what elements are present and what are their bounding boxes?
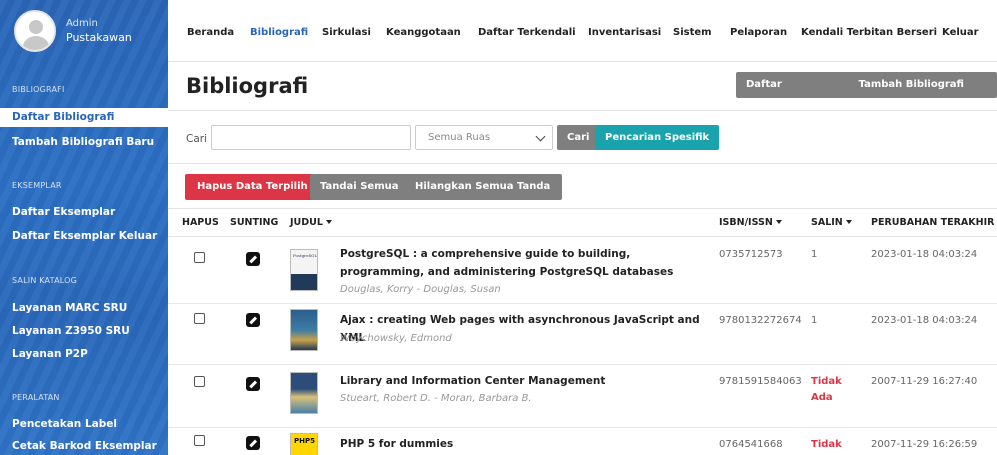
book-authors: Stueart, Robert D. - Moran, Barbara B. <box>340 393 532 404</box>
nav-sirkulasi[interactable]: Sirkulasi <box>322 27 371 38</box>
search-input[interactable] <box>211 125 411 150</box>
sidebar-item-tambah-bibliografi[interactable]: Tambah Bibliografi Baru <box>0 136 154 148</box>
column-header-salin[interactable]: SALIN <box>811 217 852 228</box>
column-header-hapus: HAPUS <box>182 217 219 228</box>
nav-sistem[interactable]: Sistem <box>673 27 712 38</box>
book-copies: Tidak <box>811 439 842 450</box>
nav-kendali-terbitan-berseri[interactable]: Kendali Terbitan Berseri <box>801 27 937 38</box>
book-cover-image: PHP5 <box>290 433 318 455</box>
sort-caret-icon <box>775 220 782 224</box>
sidebar-item-pencetakan-label[interactable]: Pencetakan Label <box>0 418 117 430</box>
edit-icon[interactable] <box>246 313 260 327</box>
column-header-updated[interactable]: PERUBAHAN TERAKHIR <box>871 217 997 228</box>
row-select-checkbox[interactable] <box>194 435 205 446</box>
avatar <box>14 10 56 52</box>
column-header-salin-label: SALIN <box>811 217 843 228</box>
sidebar: Admin Pustakawan BIBLIOGRAFI Daftar Bibl… <box>0 0 168 455</box>
edit-icon[interactable] <box>246 252 260 266</box>
main-content: Bibliografi Daftar Bibliografi Tambah Bi… <box>168 62 997 455</box>
cover-text: PostgreSQL <box>293 253 318 258</box>
nav-beranda[interactable]: Beranda <box>187 27 234 38</box>
book-title-link[interactable]: Library and Information Center Managemen… <box>340 372 700 390</box>
book-cover-image <box>290 309 318 351</box>
sort-caret-icon <box>325 220 332 224</box>
unmark-all-button[interactable]: Hilangkan Semua Tanda <box>403 174 563 200</box>
row-select-checkbox[interactable] <box>194 252 205 263</box>
sidebar-item-daftar-eksemplar[interactable]: Daftar Eksemplar <box>0 206 115 218</box>
search-field-value: Semua Ruas <box>428 132 491 143</box>
column-header-updated-label: PERUBAHAN TERAKHIR <box>871 217 995 228</box>
column-header-judul-label: JUDUL <box>290 217 323 228</box>
page-title: Bibliografi <box>186 74 309 98</box>
user-name: Pustakawan <box>66 31 132 44</box>
book-cover-image: PostgreSQL <box>290 249 318 291</box>
chevron-down-icon <box>535 131 546 142</box>
top-navigation: Beranda Bibliografi Sirkulasi Keanggotaa… <box>168 0 997 62</box>
search-label: Cari <box>186 133 207 145</box>
book-updated: 2007-11-29 16:26:59 <box>871 439 978 450</box>
search-field-select[interactable]: Semua Ruas <box>415 125 553 150</box>
sidebar-item-p2p[interactable]: Layanan P2P <box>0 348 88 360</box>
row-select-checkbox[interactable] <box>194 313 205 324</box>
cover-text: PHP5 <box>294 437 315 445</box>
nav-pelaporan[interactable]: Pelaporan <box>730 27 787 38</box>
sidebar-section-bibliografi: BIBLIOGRAFI <box>12 85 65 94</box>
edit-icon[interactable] <box>246 436 260 450</box>
sidebar-section-peralatan: PERALATAN <box>12 393 60 402</box>
list-bibliography-button[interactable]: Daftar Bibliografi <box>736 72 849 116</box>
nav-keluar[interactable]: Keluar <box>942 27 979 38</box>
sort-caret-icon <box>845 220 852 224</box>
mark-all-button[interactable]: Tandai Semua <box>310 174 409 200</box>
book-updated: 2023-01-18 04:03:24 <box>871 249 978 260</box>
book-title-link[interactable]: PHP 5 for dummies <box>340 435 700 453</box>
edit-icon[interactable] <box>246 377 260 391</box>
add-bibliography-button[interactable]: Tambah Bibliografi Baru <box>849 72 997 116</box>
user-role: Admin <box>66 18 98 29</box>
book-copies: Tidak Ada <box>811 376 842 403</box>
user-panel: Admin Pustakawan <box>0 0 168 62</box>
column-header-isbn[interactable]: ISBN/ISSN <box>719 217 782 228</box>
column-header-judul[interactable]: JUDUL <box>290 217 332 228</box>
book-isbn: 9781591584063 <box>719 376 802 387</box>
sidebar-item-marc-sru[interactable]: Layanan MARC SRU <box>0 302 127 314</box>
book-authors: Woychowsky, Edmond <box>340 333 452 344</box>
delete-selected-button[interactable]: Hapus Data Terpilih <box>185 174 320 200</box>
sidebar-section-eksemplar: EKSEMPLAR <box>12 181 62 190</box>
nav-keanggotaan[interactable]: Keanggotaan <box>386 27 461 38</box>
book-isbn: 0764541668 <box>719 439 783 450</box>
book-updated: 2007-11-29 16:27:40 <box>871 376 978 387</box>
column-header-isbn-label: ISBN/ISSN <box>719 217 773 228</box>
nav-inventarisasi[interactable]: Inventarisasi <box>588 27 661 38</box>
sidebar-item-eksemplar-keluar[interactable]: Daftar Eksemplar Keluar <box>0 230 157 242</box>
row-select-checkbox[interactable] <box>194 376 205 387</box>
book-isbn: 9780132272674 <box>719 315 802 326</box>
sidebar-item-cetak-barkod[interactable]: Cetak Barkod Eksemplar <box>0 440 157 452</box>
book-copies: 1 <box>811 249 818 260</box>
book-updated: 2023-01-18 04:03:24 <box>871 315 978 326</box>
book-isbn: 0735712573 <box>719 249 783 260</box>
column-header-sunting: SUNTING <box>230 217 279 228</box>
advanced-search-button[interactable]: Pencarian Spesifik <box>595 125 720 150</box>
sidebar-item-z3950-sru[interactable]: Layanan Z3950 SRU <box>0 325 130 337</box>
book-copies: 1 <box>811 315 818 326</box>
nav-bibliografi[interactable]: Bibliografi <box>250 27 308 38</box>
nav-daftar-terkendali[interactable]: Daftar Terkendali <box>478 27 576 38</box>
book-authors: Douglas, Korry - Douglas, Susan <box>340 284 501 295</box>
search-button[interactable]: Cari <box>557 125 600 150</box>
book-title-link[interactable]: PostgreSQL : a comprehensive guide to bu… <box>340 245 700 281</box>
header-button-group: Daftar Bibliografi Tambah Bibliografi Ba… <box>736 72 997 116</box>
sidebar-section-salin-katalog: SALIN KATALOG <box>12 276 78 285</box>
sidebar-item-daftar-bibliografi[interactable]: Daftar Bibliografi <box>0 108 168 127</box>
book-cover-image <box>290 372 318 414</box>
